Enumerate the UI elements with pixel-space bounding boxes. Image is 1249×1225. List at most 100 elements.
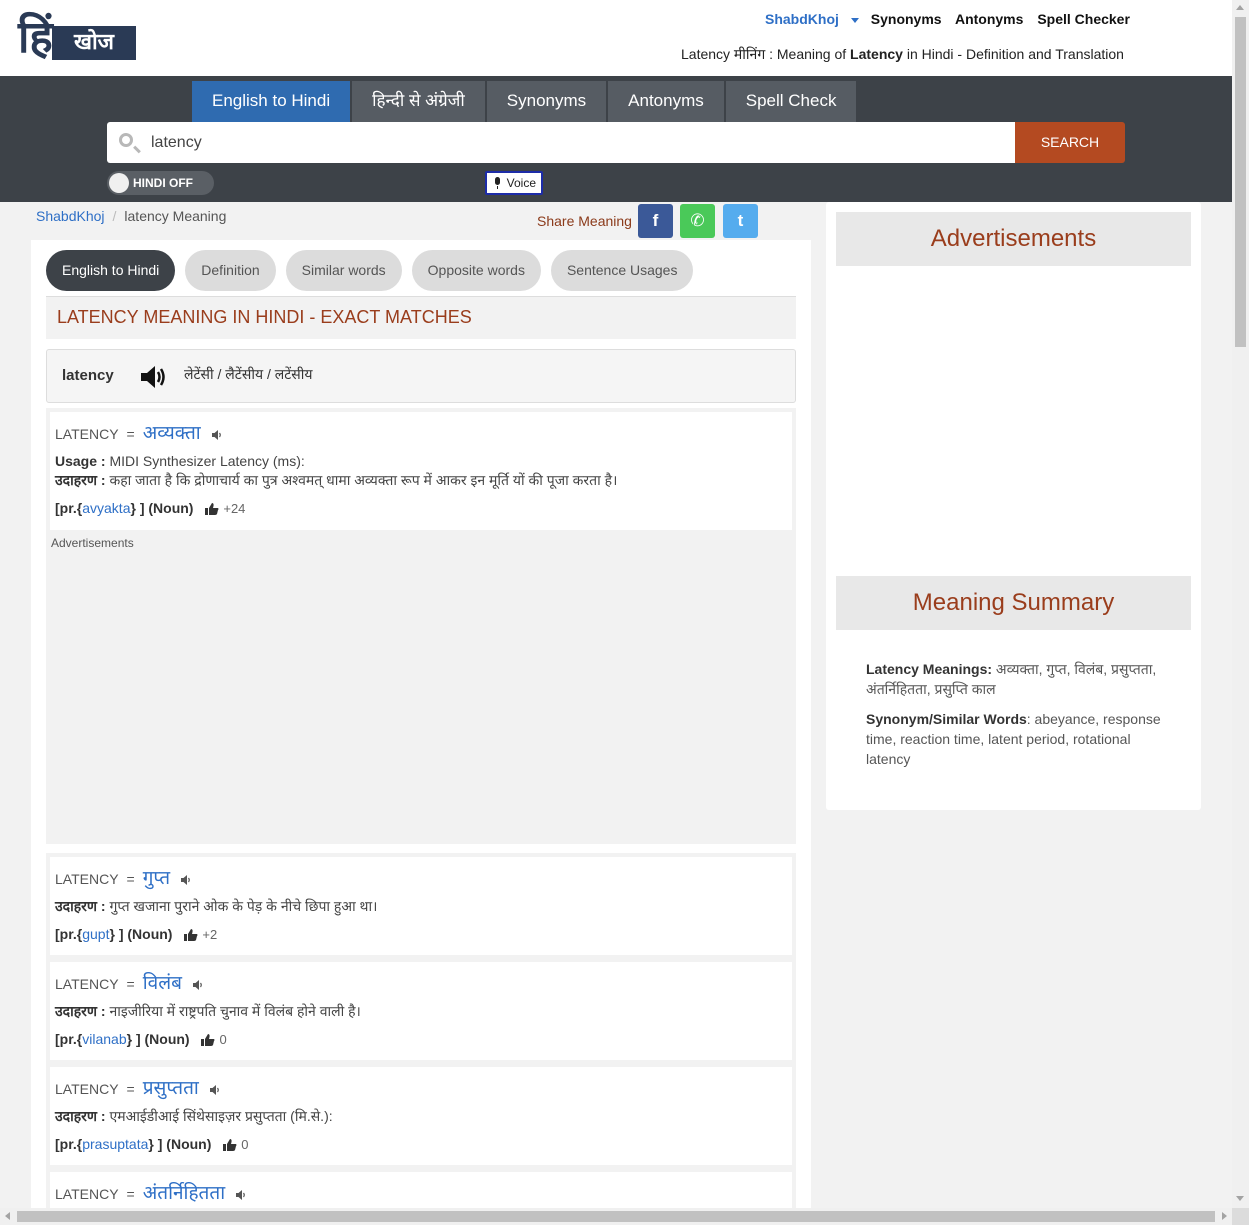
pill-similar-words[interactable]: Similar words xyxy=(285,250,402,291)
headword: latency xyxy=(62,367,114,384)
example-label: उदाहरण : xyxy=(55,472,106,488)
pill-opposite-words[interactable]: Opposite words xyxy=(411,250,541,291)
search-button[interactable]: SEARCH xyxy=(1015,122,1125,163)
facebook-share-button[interactable]: f xyxy=(638,204,673,238)
pos-label: (Noun) xyxy=(144,1031,190,1047)
equals-sign: = xyxy=(126,1186,135,1202)
pill-english-to-hindi[interactable]: English to Hindi xyxy=(46,250,176,291)
thumbs-up-icon[interactable] xyxy=(201,1034,215,1047)
nav-brand-dropdown[interactable]: ShabdKhoj xyxy=(765,11,839,27)
speaker-icon[interactable] xyxy=(209,1084,221,1096)
entry-hindi-link[interactable]: अंतर्निहितता xyxy=(143,1183,225,1204)
speaker-icon[interactable] xyxy=(235,1189,247,1201)
pill-definition[interactable]: Definition xyxy=(185,250,276,291)
thumbs-up-icon[interactable] xyxy=(223,1139,237,1152)
example-text: नाइजीरिया में राष्ट्रपति चुनाव में विलंब… xyxy=(109,1003,361,1019)
voice-button[interactable]: Voice xyxy=(485,171,543,195)
pos-label: (Noun) xyxy=(166,1136,212,1152)
word-box: latency लेटेंसी / लैटेंसीय / लटेंसीय xyxy=(46,349,796,403)
hindi-toggle[interactable]: HINDI OFF xyxy=(107,171,214,195)
tab-spell-check[interactable]: Spell Check xyxy=(725,81,859,122)
synonyms-label: Synonym/Similar Words xyxy=(866,711,1027,727)
thumbs-up-icon[interactable] xyxy=(184,929,198,942)
scroll-up-arrow-icon[interactable] xyxy=(1236,5,1244,10)
example-text: कहा जाता है कि द्रोणाचार्य का पुत्र अश्व… xyxy=(109,472,618,488)
scroll-down-arrow-icon[interactable] xyxy=(1236,1196,1244,1201)
entry-english: LATENCY xyxy=(55,426,119,442)
top-nav: ShabdKhoj Synonyms Antonyms Spell Checke… xyxy=(765,11,1140,27)
vote-count: 0 xyxy=(241,1137,249,1152)
subtitle-word: Latency xyxy=(850,46,903,62)
nav-spell-checker-link[interactable]: Spell Checker xyxy=(1037,11,1130,27)
sidebar: Advertisements Meaning Summary Latency M… xyxy=(826,202,1201,810)
tab-english-to-hindi[interactable]: English to Hindi xyxy=(192,81,353,122)
scrollbar-corner xyxy=(1232,1208,1249,1225)
main-content: English to Hindi Definition Similar word… xyxy=(31,240,811,1225)
speaker-icon[interactable] xyxy=(211,429,223,441)
vote-count: +24 xyxy=(223,501,246,516)
speaker-icon[interactable] xyxy=(180,874,192,886)
entry-english: LATENCY xyxy=(55,1186,119,1202)
scroll-right-arrow-icon[interactable] xyxy=(1222,1212,1227,1220)
nav-synonyms-link[interactable]: Synonyms xyxy=(871,11,942,27)
pr-open: [pr.{ xyxy=(55,926,83,942)
pos-label: (Noun) xyxy=(127,926,173,942)
pill-sentence-usages[interactable]: Sentence Usages xyxy=(550,250,694,291)
equals-sign: = xyxy=(126,871,135,887)
page-subtitle: Latency मीनिंग : Meaning of Latency in H… xyxy=(681,45,1124,64)
thumbs-up-icon[interactable] xyxy=(205,503,219,516)
speaker-icon[interactable] xyxy=(139,364,169,390)
tab-synonyms[interactable]: Synonyms xyxy=(486,81,609,122)
transliteration-link[interactable]: avyakta xyxy=(82,500,130,516)
section-title: LATENCY MEANING IN HINDI - EXACT MATCHES xyxy=(46,296,796,339)
site-logo[interactable]: हिं खोज xyxy=(18,12,136,64)
chevron-down-icon[interactable] xyxy=(850,17,859,23)
toggle-knob[interactable] xyxy=(109,173,129,193)
scroll-left-arrow-icon[interactable] xyxy=(5,1212,10,1220)
nav-antonyms-link[interactable]: Antonyms xyxy=(955,11,1023,27)
vertical-scrollbar[interactable] xyxy=(1232,0,1249,1208)
pos-label: (Noun) xyxy=(148,500,194,516)
pr-close: } ] xyxy=(109,926,124,942)
logo-word: खोज xyxy=(52,26,136,60)
pronunciation: लेटेंसी / लैटेंसीय / लटेंसीय xyxy=(184,366,313,382)
voice-label: Voice xyxy=(506,176,536,190)
share-label: Share Meaning xyxy=(537,213,632,229)
whatsapp-icon: ✆ xyxy=(690,211,705,230)
breadcrumb: ShabdKhoj / latency Meaning xyxy=(36,208,226,224)
usage-label: Usage : xyxy=(55,453,106,469)
tab-antonyms[interactable]: Antonyms xyxy=(608,81,726,122)
vertical-scroll-thumb[interactable] xyxy=(1235,17,1246,347)
meaning-entry: LATENCY = अव्यक्ता Usage : MIDI Synthesize… xyxy=(46,408,796,534)
entry-hindi-link[interactable]: विलंब xyxy=(143,973,182,994)
search-tabs: English to Hindi हिन्दी से अंग्रेजी Syno… xyxy=(192,81,859,122)
transliteration-link[interactable]: prasuptata xyxy=(82,1136,148,1152)
tab-hindi-to-english[interactable]: हिन्दी से अंग्रेजी xyxy=(352,81,487,122)
search-input[interactable] xyxy=(151,130,991,156)
speaker-icon[interactable] xyxy=(192,979,204,991)
transliteration-link[interactable]: vilanab xyxy=(82,1031,126,1047)
vote-count: 0 xyxy=(219,1032,227,1047)
horizontal-scroll-thumb[interactable] xyxy=(17,1211,1215,1222)
search-box xyxy=(107,122,1015,163)
pr-open: [pr.{ xyxy=(55,1136,83,1152)
horizontal-scrollbar[interactable] xyxy=(0,1208,1232,1225)
example-label: उदाहरण : xyxy=(55,898,106,914)
usage-text: MIDI Synthesizer Latency (ms): xyxy=(109,453,305,469)
facebook-icon: f xyxy=(652,211,659,230)
twitter-share-button[interactable]: t xyxy=(723,204,758,238)
ad-label: Advertisements xyxy=(51,536,134,550)
whatsapp-share-button[interactable]: ✆ xyxy=(680,204,715,238)
entry-hindi-link[interactable]: अव्यक्ता xyxy=(143,423,201,444)
transliteration-link[interactable]: gupt xyxy=(82,926,109,942)
meaning-summary-title: Meaning Summary xyxy=(836,576,1191,630)
pr-close: } ] xyxy=(130,500,145,516)
logo-mark: हिं xyxy=(18,12,53,63)
example-text: गुप्त खजाना पुराने ओक के पेड़ के नीचे छि… xyxy=(109,898,378,914)
example-label: उदाहरण : xyxy=(55,1003,106,1019)
breadcrumb-home[interactable]: ShabdKhoj xyxy=(36,208,105,224)
entry-hindi-link[interactable]: प्रसुप्तता xyxy=(143,1078,199,1099)
vote-count: +2 xyxy=(202,927,218,942)
entry-hindi-link[interactable]: गुप्त xyxy=(143,868,170,889)
twitter-icon: t xyxy=(737,211,744,230)
